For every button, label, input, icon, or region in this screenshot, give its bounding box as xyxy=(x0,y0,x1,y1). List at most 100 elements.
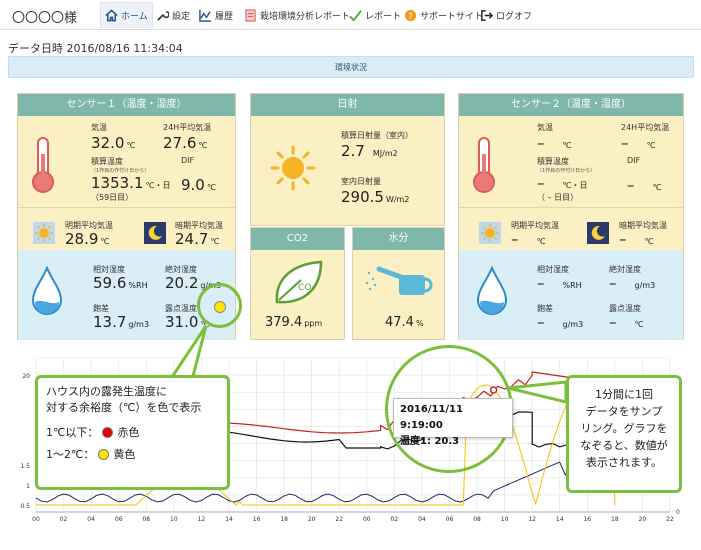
x-tick-label: 10 xyxy=(170,516,178,523)
s2-def-unit: g/m3 xyxy=(562,320,584,329)
logout-icon xyxy=(481,9,493,21)
solar-cum-label: 積算日射量（室内） xyxy=(341,131,413,140)
sensor2-title: センサー２（温度・湿度） xyxy=(459,94,683,116)
s2-temp-unit: ℃ xyxy=(562,141,572,150)
s2-ah-value: – g/m3 xyxy=(609,274,655,292)
s1-day-number: 28.9 xyxy=(65,230,99,248)
co2-title: CO2 xyxy=(251,228,344,250)
nav-logoff-label: ログオフ xyxy=(496,11,533,22)
s2-dew-unit: ℃ xyxy=(634,320,644,329)
sun-small-icon xyxy=(33,222,55,244)
s2-dif-number: – xyxy=(627,176,635,194)
x-tick-label: 16 xyxy=(253,516,261,523)
s2-avg24-label: 24H平均気温 xyxy=(621,123,670,132)
callout-right-line4: なぞると、数値が xyxy=(580,439,668,452)
nav-history[interactable]: 履歴 xyxy=(195,2,237,28)
s2-cum-unit: ℃・日 xyxy=(562,181,588,190)
water-title: 水分 xyxy=(353,228,444,250)
callout-right-line2: データをサンプ xyxy=(585,405,663,418)
x-tick-label: 08 xyxy=(142,516,150,523)
s2-night-number: – xyxy=(619,230,627,248)
nav-logoff[interactable]: ログオフ xyxy=(476,2,536,28)
s1-night-number: 24.7 xyxy=(175,230,209,248)
x-tick-label: 06 xyxy=(446,516,454,523)
s2-dew-number: – xyxy=(609,313,617,331)
s2-thermometer-icon xyxy=(473,137,495,193)
s2-def-value: – g/m3 xyxy=(537,313,583,331)
callout-left-line1: ハウス内の露発生温度に xyxy=(46,385,167,398)
s1-avg24-unit: ℃ xyxy=(198,141,208,150)
leaf-icon: CO₂ xyxy=(275,260,323,304)
co2-unit: ppm xyxy=(304,319,323,328)
data-timestamp: データ日時 2016/08/16 11:34:04 xyxy=(8,40,183,56)
water-drop-icon xyxy=(31,266,63,315)
datetime-value: 2016/08/16 11:34:04 xyxy=(66,42,183,55)
s1-cum-number: 1353.1 xyxy=(91,174,144,192)
s1-cum-note: （1作目の作付け日から） xyxy=(91,168,150,174)
x-tick-label: 02 xyxy=(391,516,399,523)
co2-panel: CO2 CO₂ 379.4 ppm xyxy=(250,227,345,340)
s2-temp-number: – xyxy=(537,134,545,152)
sensor1-title: センサー１（温度・湿度） xyxy=(18,94,235,116)
s1-dif-number: 9.0 xyxy=(181,176,205,194)
nav-support[interactable]: ? サポートサイト xyxy=(400,2,487,28)
nav-settings[interactable]: 設定 xyxy=(152,2,194,28)
solar-indoor-unit: W/m2 xyxy=(385,195,410,204)
co2-number: 379.4 xyxy=(265,315,303,330)
nav-home-label: ホーム xyxy=(121,12,148,22)
x-tick-label: 14 xyxy=(556,516,564,523)
document-icon xyxy=(245,8,256,22)
red-dot-icon xyxy=(102,426,114,438)
s1-night-value: 24.7 ℃ xyxy=(175,230,219,248)
x-tick-label: 18 xyxy=(611,516,619,523)
yellow-dot-icon xyxy=(98,448,110,460)
x-tick-label: 12 xyxy=(528,516,536,523)
s1-dif-label: DIF xyxy=(181,156,195,165)
s2-rh-unit: %RH xyxy=(562,281,582,290)
y-tick-label: 0.5 xyxy=(20,503,30,510)
x-tick-label: 16 xyxy=(583,516,591,523)
nav-home[interactable]: ホーム xyxy=(100,2,153,28)
s2-cum-value: – ℃・日 xyxy=(537,174,587,192)
top-navigation: 〇〇〇〇様 ホーム 設定 履歴 栽培環境分析レポート レポート ? サポートサイ… xyxy=(0,0,701,30)
legend-red-text: 1℃以下： xyxy=(46,426,99,439)
s2-rh-number: – xyxy=(537,274,545,292)
solar-panel: 日射 積算日射量（室内） 2.7 MJ/m2 室内日射量 290.5 W/m2 xyxy=(250,93,445,226)
s2-night-unit: ℃ xyxy=(644,237,654,246)
legend-red-name: 赤色 xyxy=(117,426,140,439)
s2-night-value: – ℃ xyxy=(619,230,653,248)
s2-rh-value: – %RH xyxy=(537,274,582,292)
datetime-label: データ日時 xyxy=(8,42,63,55)
chart-tooltip: 2016/11/11 9:19:00 温度1: 20.3 xyxy=(393,398,513,447)
solar-indoor-value: 290.5 W/m2 xyxy=(341,188,409,206)
s2-ah-unit: g/m3 xyxy=(634,281,656,290)
s1-avg24-label: 24H平均気温 xyxy=(163,123,212,132)
s2-water-drop-icon xyxy=(476,266,508,315)
s1-temp-value: 32.0 ℃ xyxy=(91,134,135,152)
s2-sun-small-icon xyxy=(479,222,501,244)
dew-status-indicator xyxy=(214,301,226,313)
s1-temp-number: 32.0 xyxy=(91,134,125,152)
sensor2-panel: センサー２（温度・湿度） 気温 – ℃ 24H平均気温 – ℃ 積算温度 （1作目の… xyxy=(458,93,684,340)
s2-temp-label: 気温 xyxy=(537,123,553,132)
s1-day-value: 28.9 ℃ xyxy=(65,230,109,248)
callout-right-line1: 1分間に1回 xyxy=(595,388,653,401)
s1-dif-value: 9.0 ℃ xyxy=(181,176,216,194)
s1-avg24-value: 27.6 ℃ xyxy=(163,134,207,152)
x-tick-label: 22 xyxy=(666,516,674,523)
nav-analysis-report[interactable]: 栽培環境分析レポート xyxy=(240,2,354,28)
x-tick-label: 08 xyxy=(473,516,481,523)
water-unit: % xyxy=(415,319,424,328)
nav-report[interactable]: レポート xyxy=(345,2,405,28)
s2-dif-unit: ℃ xyxy=(652,183,662,192)
x-tick-label: 00 xyxy=(363,516,371,523)
nav-report-label: レポート xyxy=(365,11,402,22)
nav-support-label: サポートサイト xyxy=(420,11,484,22)
wrench-icon xyxy=(157,10,169,21)
solar-cum-value: 2.7 MJ/m2 xyxy=(341,142,398,160)
solar-cum-number: 2.7 xyxy=(341,142,365,160)
solar-indoor-number: 290.5 xyxy=(341,188,384,206)
help-icon: ? xyxy=(404,9,417,21)
s2-day-number: – xyxy=(511,230,519,248)
x-tick-label: 06 xyxy=(115,516,123,523)
